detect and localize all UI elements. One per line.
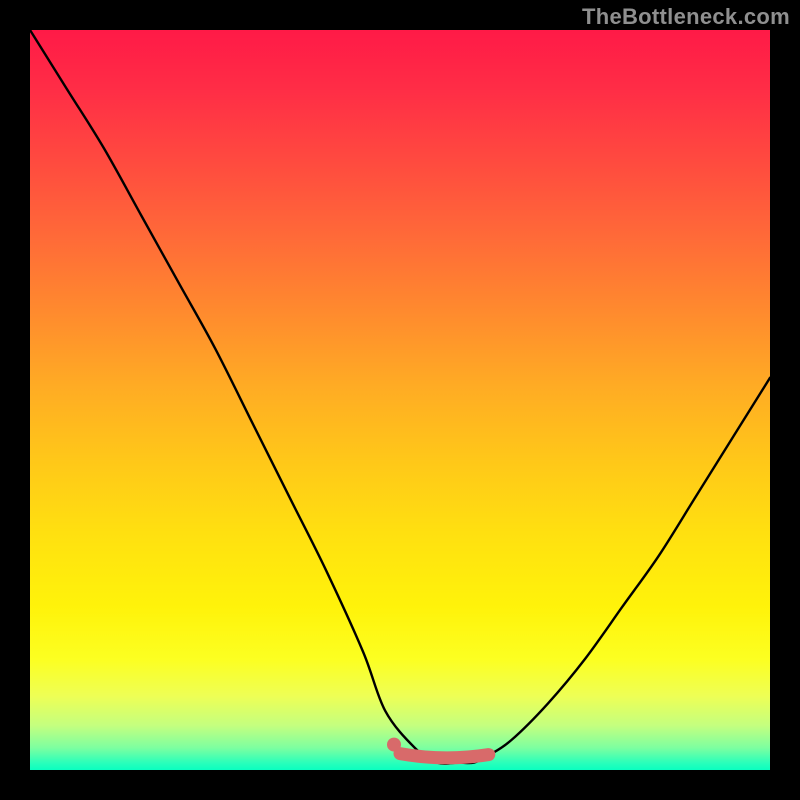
outer-frame: TheBottleneck.com — [0, 0, 800, 800]
watermark-text: TheBottleneck.com — [582, 4, 790, 30]
flat-marker-dot — [387, 738, 401, 752]
plot-area — [30, 30, 770, 770]
bottleneck-curve — [30, 30, 770, 764]
curve-layer — [30, 30, 770, 770]
flat-minimum-marker — [400, 754, 489, 758]
